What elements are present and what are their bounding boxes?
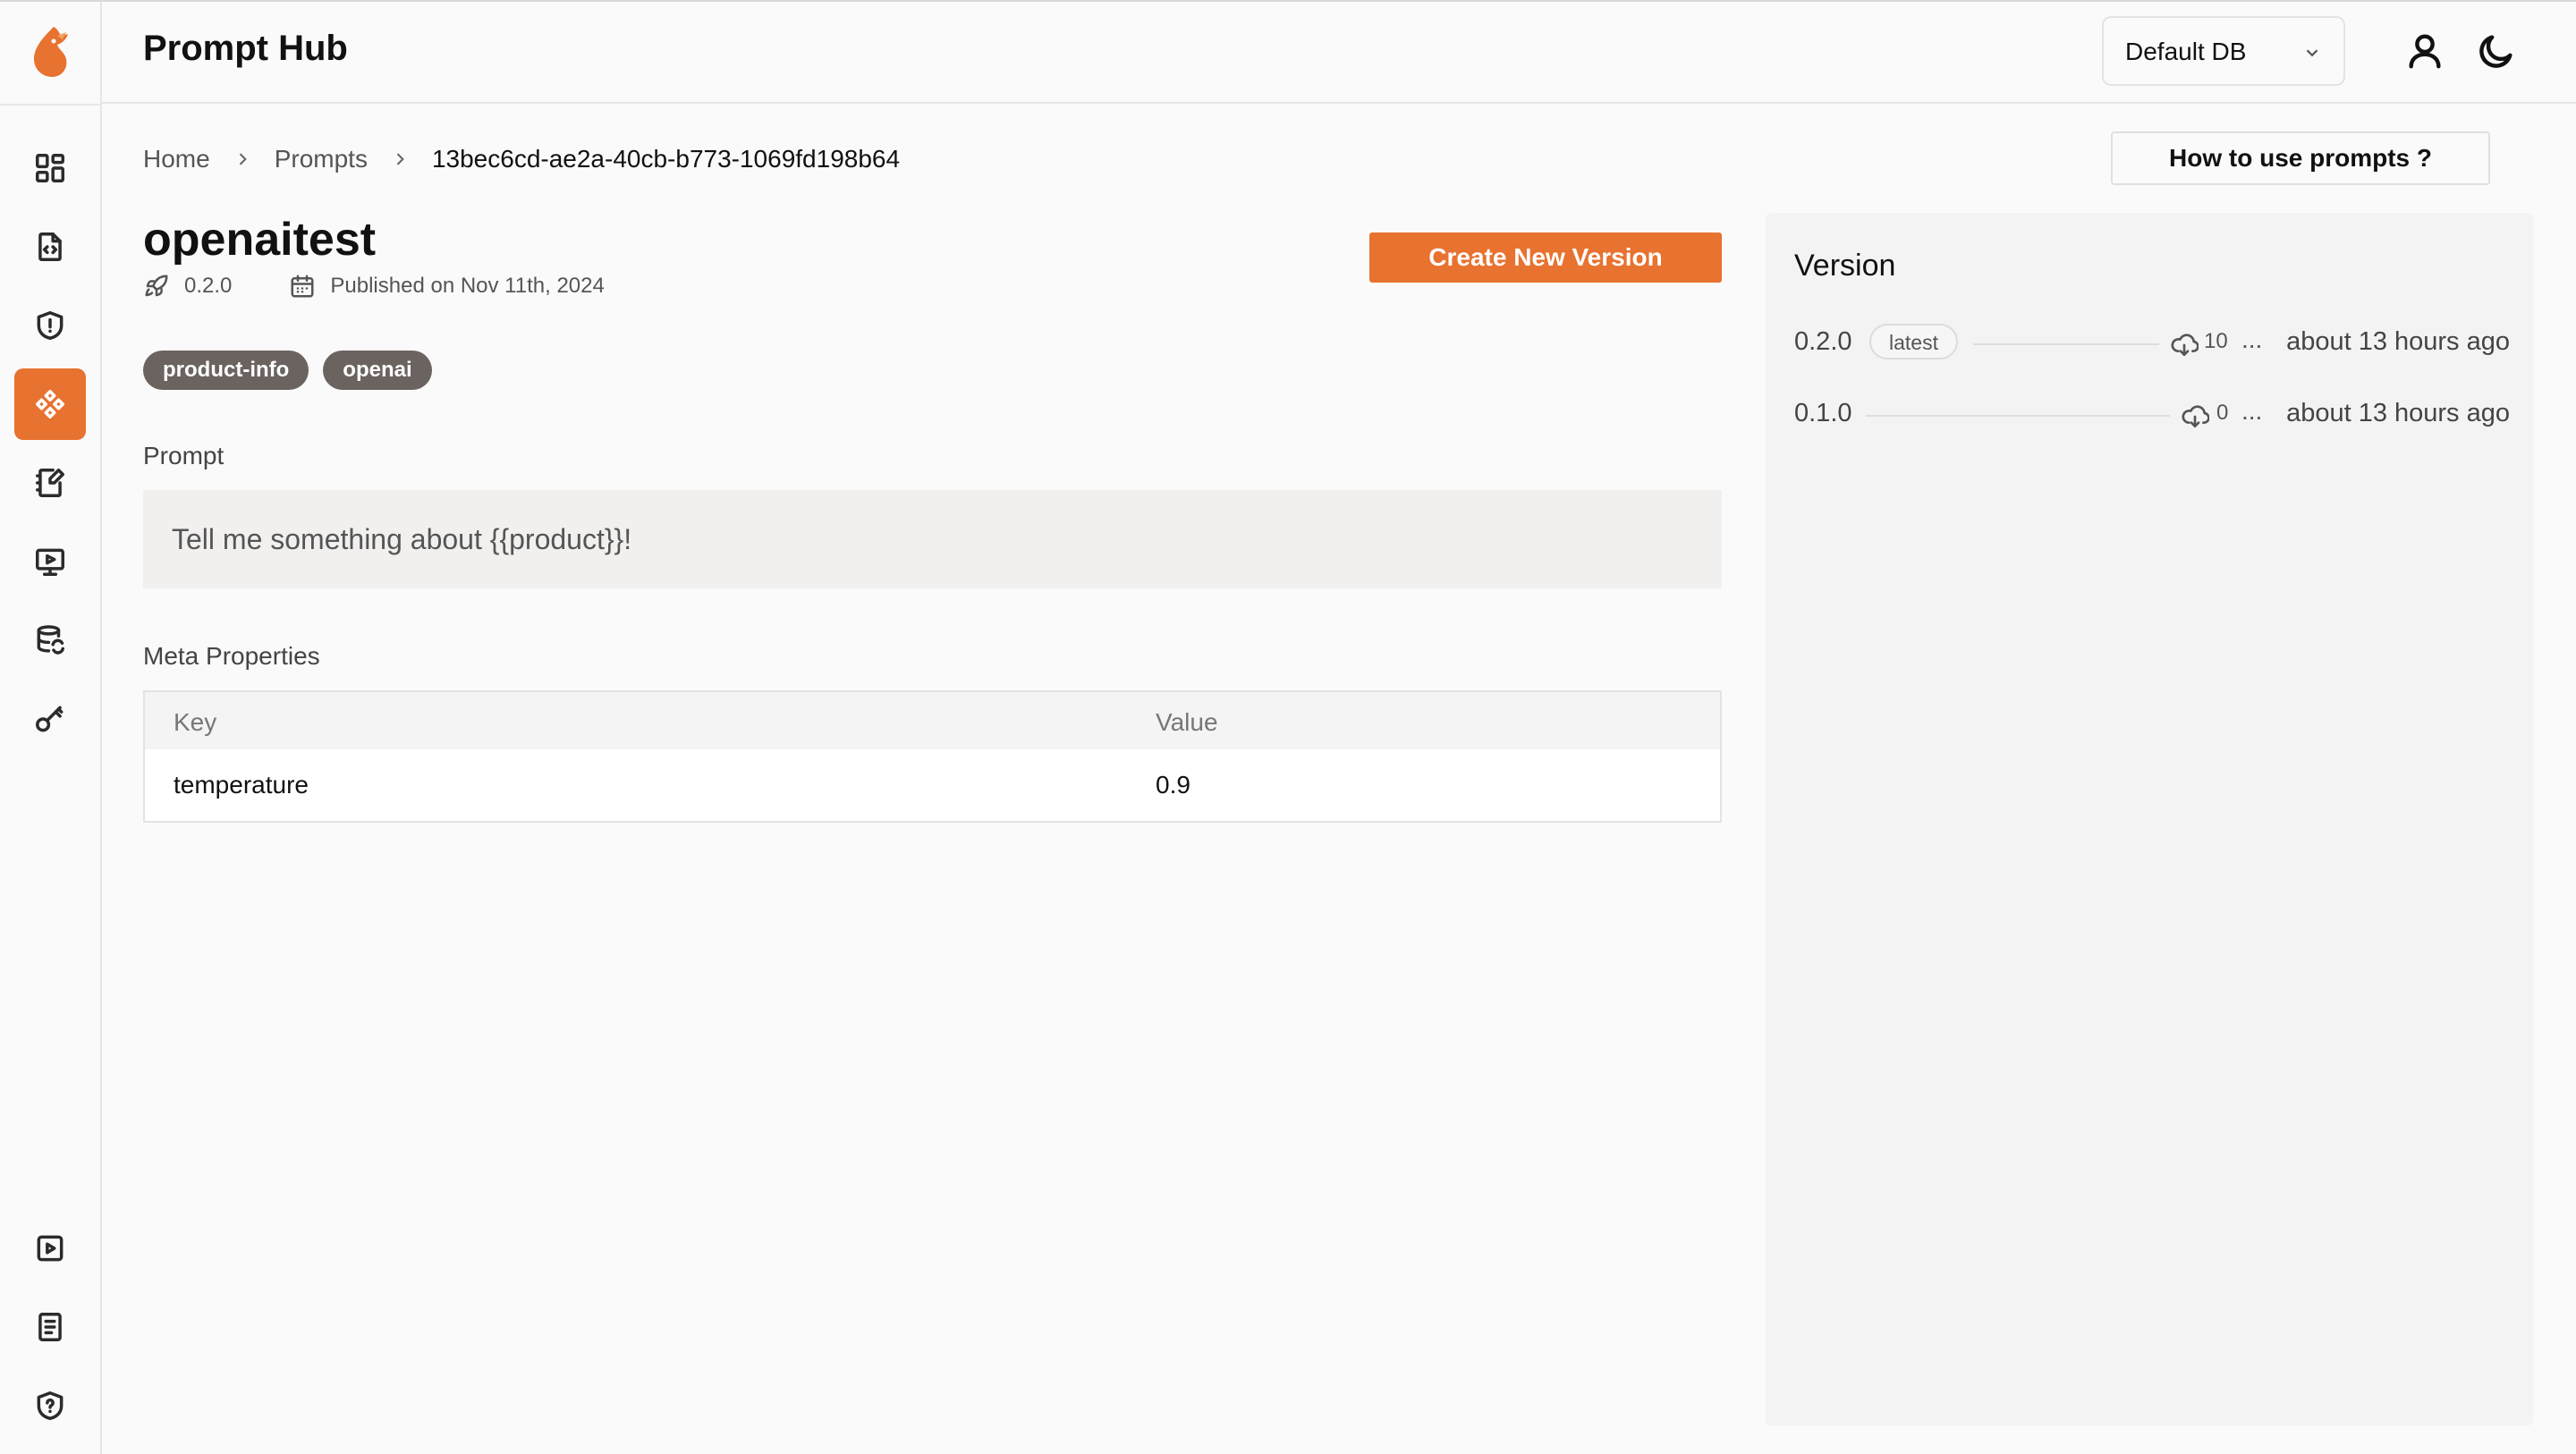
sidebar-item-api-keys[interactable] [14, 683, 86, 755]
version-time: about 13 hours ago [2286, 327, 2510, 356]
version-row[interactable]: 0.2.0 latest 10 ... about 13 hours ago [1794, 322, 2510, 365]
meta-value-cell: 0.9 [1156, 771, 1191, 799]
column-header-key: Key [174, 708, 217, 736]
sidebar [0, 2, 102, 1454]
meta-properties-table: Key Value temperature 0.9 [143, 690, 1722, 823]
docs-icon [38, 1313, 62, 1341]
create-new-version-button[interactable]: Create New Version [1369, 232, 1722, 283]
database-select[interactable]: Default DB [2102, 16, 2345, 86]
sidebar-item-dashboard[interactable] [14, 132, 86, 204]
version-ellipsis: ... [2241, 325, 2263, 353]
meta-properties-label: Meta Properties [143, 642, 320, 670]
breadcrumb: Home Prompts 13bec6cd-ae2a-40cb-b773-106… [143, 143, 900, 175]
sidebar-divider [0, 104, 100, 106]
meta-key-cell: temperature [174, 771, 309, 799]
sidebar-item-prompts[interactable] [14, 368, 86, 440]
sidebar-item-docs[interactable] [14, 1291, 86, 1363]
user-profile-button[interactable] [2404, 30, 2445, 72]
sidebar-item-files[interactable] [14, 211, 86, 283]
chevron-down-icon [2306, 49, 2318, 57]
tag-list: product-info openai [143, 351, 432, 390]
file-code-icon [38, 232, 62, 261]
database-refresh-icon [37, 625, 64, 655]
breadcrumb-home[interactable]: Home [143, 145, 210, 173]
version-number[interactable]: 0.1.0 [1794, 399, 1852, 428]
prompt-version: 0.2.0 [184, 274, 233, 298]
prompt-title: openaitest [143, 214, 377, 266]
version-timeline-line [1866, 415, 2170, 417]
shield-help-icon [37, 1391, 64, 1420]
sidebar-item-notebook[interactable] [14, 447, 86, 519]
app-title: Prompt Hub [143, 29, 348, 68]
sidebar-item-tutorials[interactable] [14, 1213, 86, 1284]
dashboard-icon [36, 154, 64, 182]
sidebar-item-guardrails[interactable] [14, 290, 86, 361]
version-ellipsis: ... [2241, 397, 2263, 425]
database-select-value: Default DB [2125, 38, 2247, 65]
chevron-right-icon [239, 153, 247, 165]
theme-toggle-button[interactable] [2476, 30, 2517, 72]
version-row[interactable]: 0.1.0 0 ... about 13 hours ago [1794, 393, 2510, 436]
sidebar-item-datasets[interactable] [14, 604, 86, 676]
download-count: 0 [2216, 401, 2229, 425]
prompts-icon [36, 390, 64, 418]
breadcrumb-prompts[interactable]: Prompts [275, 145, 368, 173]
version-number[interactable]: 0.2.0 [1794, 327, 1852, 357]
version-panel-title: Version [1794, 249, 1896, 283]
prompt-section-label: Prompt [143, 442, 225, 469]
tag-openai[interactable]: openai [323, 351, 432, 390]
published-date: Published on Nov 11th, 2024 [330, 274, 605, 298]
table-header [145, 692, 1720, 749]
user-icon [2409, 34, 2441, 69]
version-time: about 13 hours ago [2286, 399, 2510, 427]
app-logo[interactable] [27, 23, 73, 80]
play-square-icon [37, 1235, 64, 1262]
tag-product-info[interactable]: product-info [143, 351, 309, 390]
version-panel: Version 0.2.0 latest 10 ... about 13 hou… [1766, 213, 2533, 1425]
sidebar-item-help[interactable] [14, 1370, 86, 1441]
latest-badge: latest [1869, 324, 1958, 359]
chevron-right-icon [396, 153, 404, 165]
calendar-icon [291, 275, 314, 298]
prompt-meta: 0.2.0 Published on Nov 11th, 2024 [143, 270, 605, 302]
moon-icon [2479, 35, 2512, 68]
how-to-use-prompts-button[interactable]: How to use prompts ? [2111, 131, 2490, 185]
version-timeline-line [1973, 343, 2159, 345]
key-icon [36, 706, 64, 732]
rocket-icon [145, 275, 168, 297]
breadcrumb-current: 13bec6cd-ae2a-40cb-b773-1069fd198b64 [431, 145, 901, 173]
cloud-download-icon [2182, 405, 2209, 427]
download-count: 10 [2204, 329, 2228, 353]
cloud-download-icon [2171, 334, 2199, 356]
sidebar-item-playground[interactable] [14, 526, 86, 597]
column-header-value: Value [1156, 708, 1218, 736]
prompt-text: Tell me something about {{product}}! [143, 490, 1722, 588]
top-header: Prompt Hub Default DB [102, 2, 2576, 104]
monitor-play-icon [36, 548, 64, 576]
shield-alert-icon [37, 311, 64, 340]
notebook-edit-icon [36, 469, 64, 497]
